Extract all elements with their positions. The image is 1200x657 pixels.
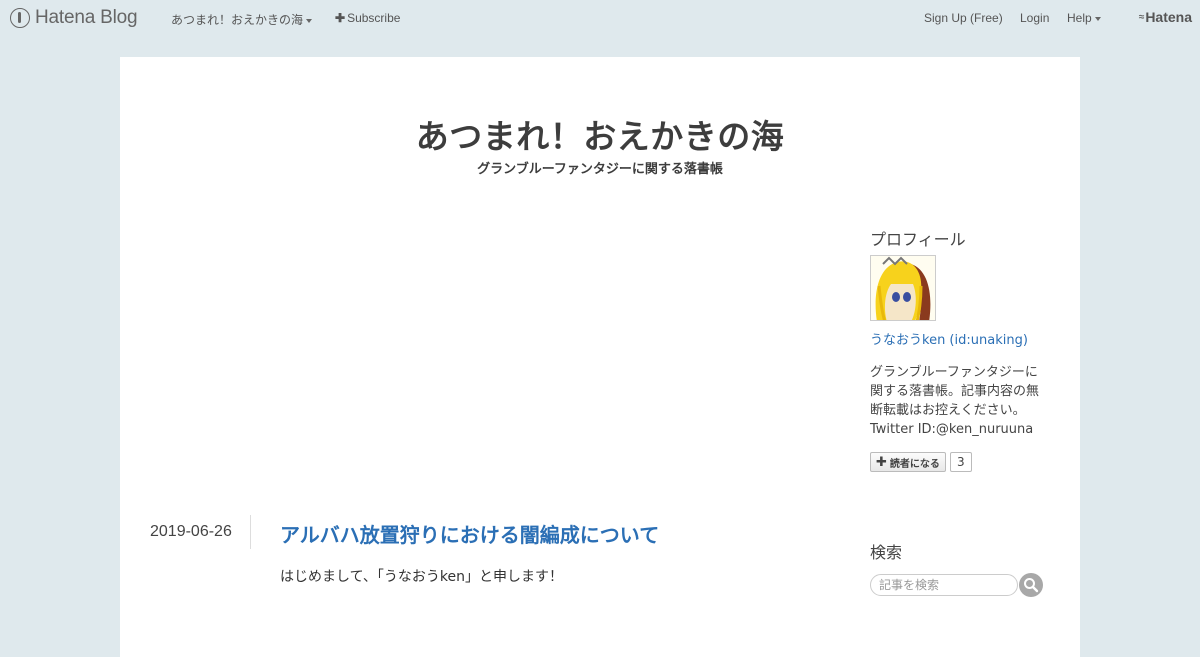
hatena-logo-icon: ≈ [1138,11,1144,23]
subscriber-count-badge[interactable]: 3 [950,452,972,472]
blog-container: あつまれ！おえかきの海 グランブルーファンタジーに関する落書帳 2019-06-… [120,57,1080,657]
caret-down-icon [1094,16,1101,21]
blog-title[interactable]: あつまれ！おえかきの海 [120,110,1080,158]
caret-down-icon [306,18,313,23]
avatar[interactable] [870,255,936,321]
signup-link[interactable]: Sign Up (Free) [924,11,1003,25]
plus-icon: ✚ [876,454,887,470]
subscribe-button-label: 読者になる [889,458,940,470]
help-dropdown[interactable]: Help [1067,11,1101,25]
hatena-blog-logo[interactable]: Hatena Blog [10,7,138,29]
profile-name-link[interactable]: うなおうken (id:unaking) [870,329,1028,348]
search-icon [1024,578,1039,593]
hatena-blog-logo-icon [10,8,30,28]
brand-name: Hatena Blog [35,7,138,28]
entry-title-link[interactable]: アルバハ放置狩りにおける闇編成について [280,519,659,548]
plus-icon: ✚ [335,11,346,25]
avatar-image [871,256,935,320]
subscribe-link[interactable]: ✚ Subscribe [335,11,400,25]
search-input[interactable] [870,574,1018,596]
blog-description: グランブルーファンタジーに関する落書帳 [477,162,723,177]
entry-intro-text: はじめまして、「うなおうken」と申します！ [280,569,563,585]
hatena-link[interactable]: ≈ Hatena [1139,9,1192,25]
entry-date[interactable]: 2019-06-26 [150,523,232,541]
hatena-label: Hatena [1145,9,1192,25]
profile-bio: グランブルーファンタジーに関する落書帳。記事内容の無断転載はお控えください。 [870,365,1040,418]
blog-menu-label: あつまれ！おえかきの海 [171,13,304,27]
entry-divider [250,515,251,549]
login-link[interactable]: Login [1020,11,1049,25]
help-label: Help [1067,11,1092,25]
search-heading: 検索 [870,543,903,562]
profile-heading: プロフィール [870,230,966,249]
blog-menu-dropdown[interactable]: あつまれ！おえかきの海 [171,11,313,28]
global-header: Hatena Blog あつまれ！おえかきの海 ✚ Subscribe Sign … [0,0,1200,36]
subscribe-button[interactable]: ✚ 読者になる [870,452,946,472]
subscribe-label: Subscribe [347,11,401,25]
search-button[interactable] [1019,573,1043,597]
profile-twitter: Twitter ID:@ken_nuruuna [870,422,1034,437]
profile-description: グランブルーファンタジーに関する落書帳。記事内容の無断転載はお控えください。 T… [870,363,1050,439]
